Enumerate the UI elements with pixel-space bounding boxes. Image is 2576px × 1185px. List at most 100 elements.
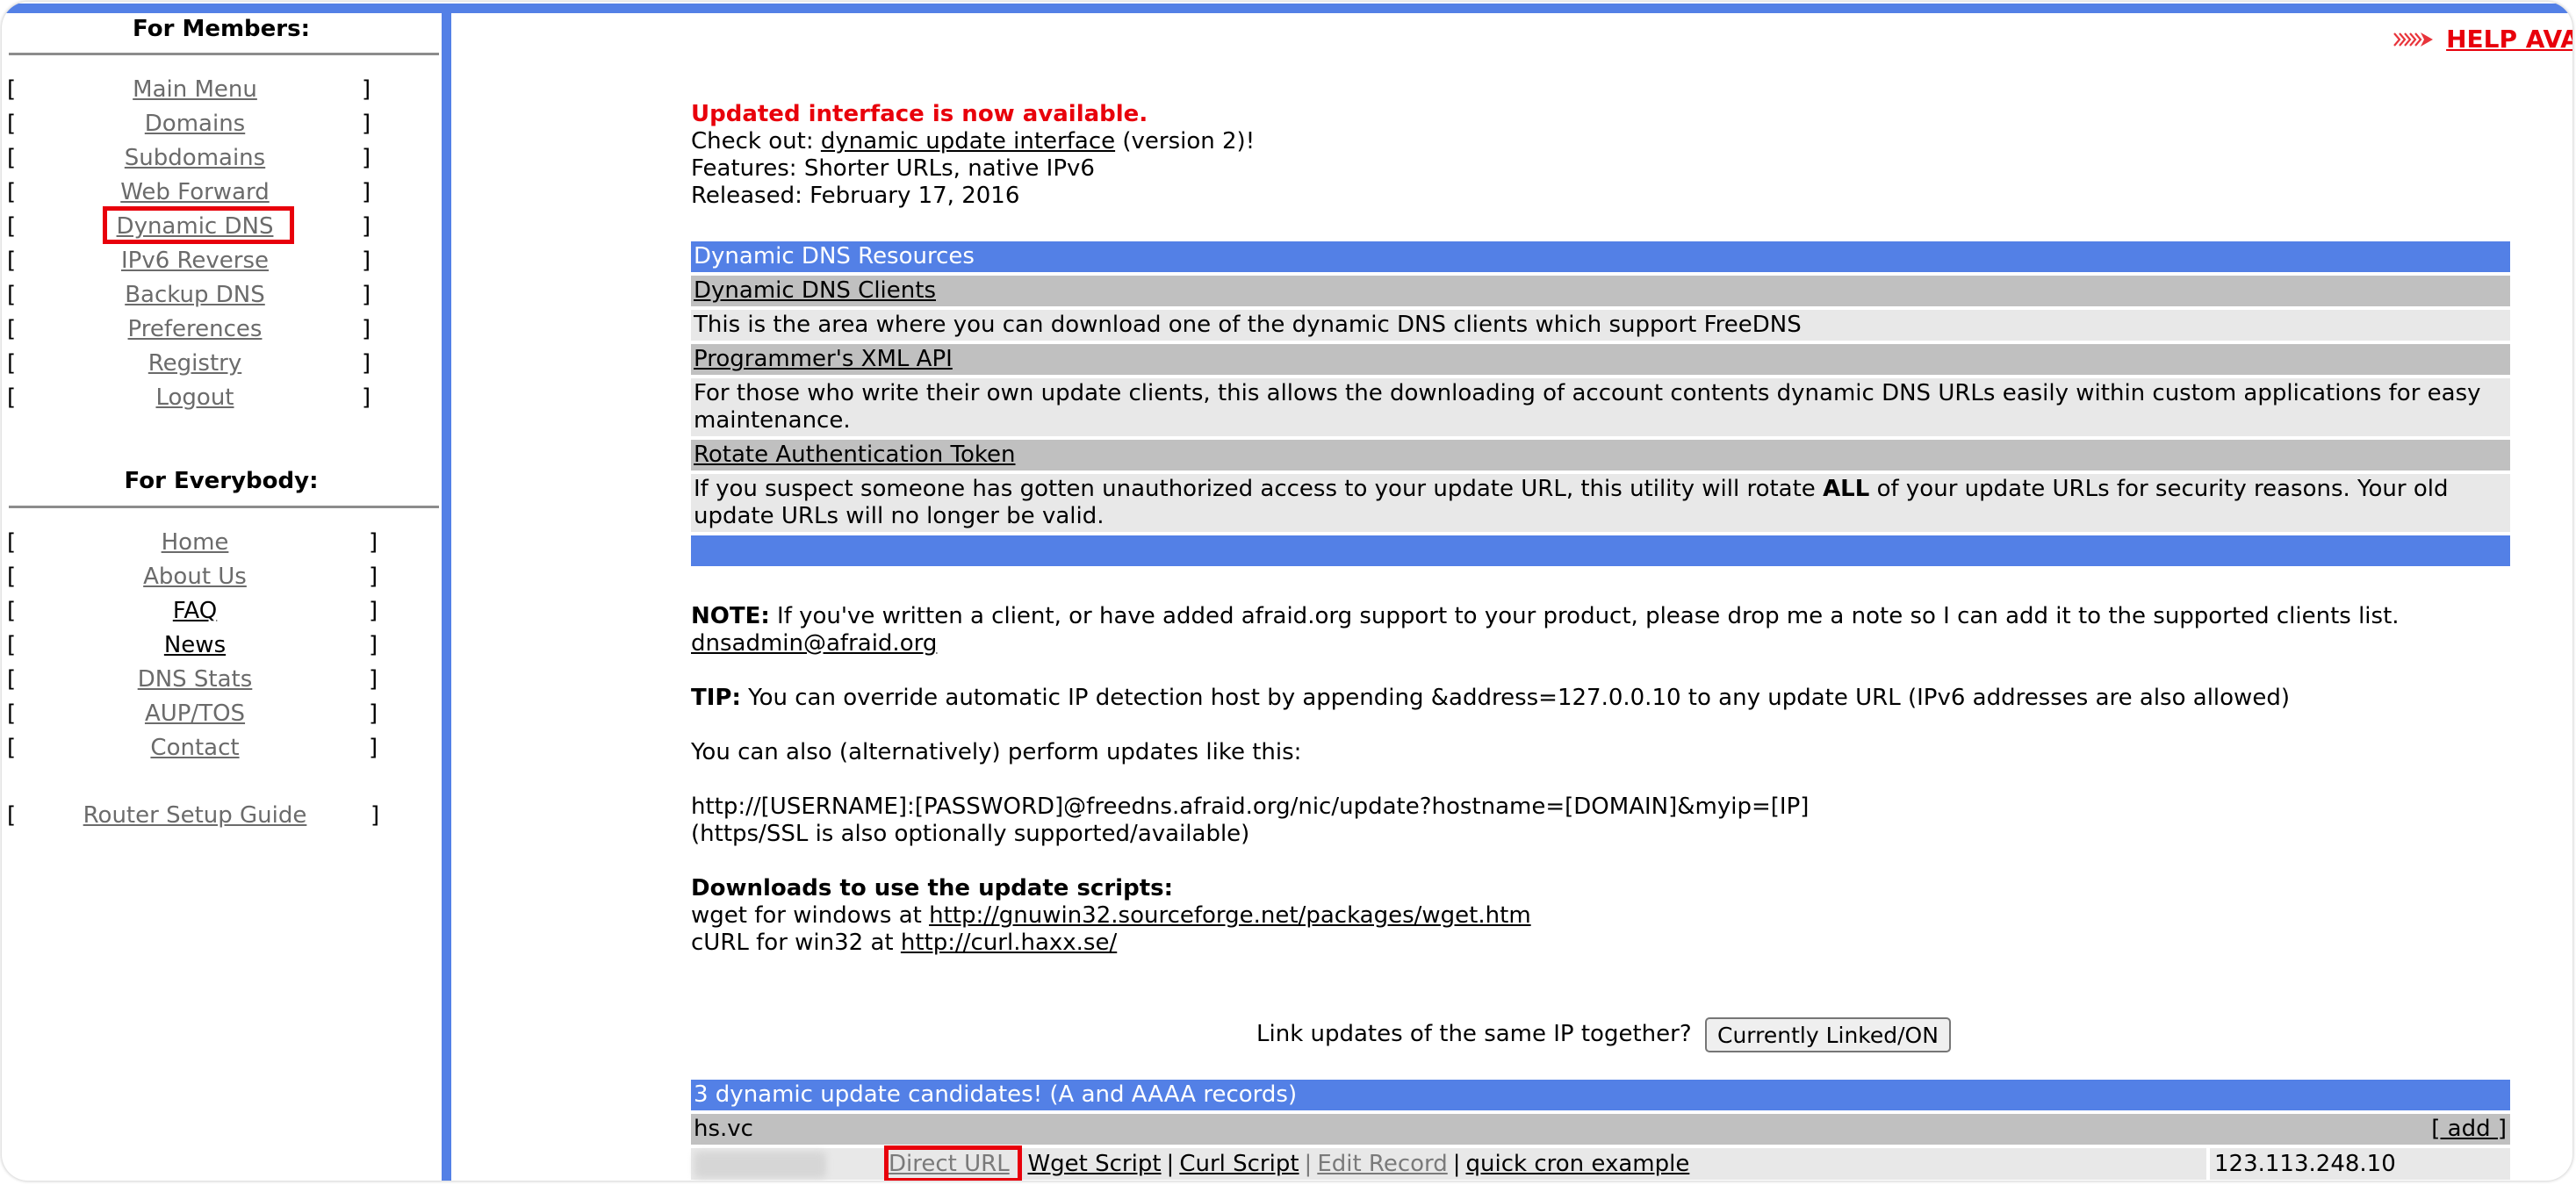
top-accent-bar <box>2 4 2572 13</box>
sidebar-item-faq: [FAQ] <box>2 595 388 627</box>
sidebar-item-domains: [Domains] <box>2 108 388 140</box>
bracket-close: ] <box>369 735 378 761</box>
separator: | <box>1304 1151 1313 1177</box>
alt-update-ssl-note: (https/SSL is also optionally supported/… <box>691 821 1250 847</box>
note-text: NOTE: If you've written a client, or hav… <box>691 603 2400 630</box>
highlight-box-dynamic-dns <box>103 206 294 244</box>
announcement-checkout: Check out: dynamic update interface (ver… <box>691 128 1255 155</box>
sidebar-divider-bar <box>442 4 451 1181</box>
resource-title-row: Rotate Authentication Token <box>691 440 2510 470</box>
redacted-subdomain <box>694 1152 826 1178</box>
programmers-xml-api-link[interactable]: Programmer's XML API <box>694 346 953 372</box>
resources-footer-bar <box>691 535 2510 566</box>
sidebar-item-preferences: [Preferences] <box>2 313 388 345</box>
aup-tos-link[interactable]: AUP/TOS <box>2 698 388 729</box>
sidebar-item-router-setup-guide: [ Router Setup Guide ] <box>2 800 397 831</box>
bracket-close: ] <box>369 666 378 693</box>
tip-text: TIP: You can override automatic IP detec… <box>691 685 2290 712</box>
preferences-link[interactable]: Preferences <box>2 313 388 345</box>
add-record-link[interactable]: [ add ] <box>2431 1116 2507 1143</box>
resource-description-row: This is the area where you can download … <box>691 310 2510 341</box>
rotate-auth-token-link[interactable]: Rotate Authentication Token <box>694 442 1016 468</box>
rotate-desc-bold: ALL <box>1823 476 1870 502</box>
everybody-divider <box>9 506 439 508</box>
domain-row: hs.vc [ add ] <box>691 1114 2510 1145</box>
members-divider <box>9 53 439 55</box>
logout-link[interactable]: Logout <box>2 382 388 413</box>
bracket-close: ] <box>362 111 371 137</box>
wget-script-link[interactable]: Wget Script <box>1027 1151 1161 1177</box>
sidebar-item-logout: [Logout] <box>2 382 388 413</box>
sidebar-item-dns-stats: [DNS Stats] <box>2 664 388 695</box>
alt-update-intro: You can also (alternatively) perform upd… <box>691 739 1302 765</box>
downloads-heading: Downloads to use the update scripts: <box>691 875 1173 902</box>
router-setup-guide-link[interactable]: Router Setup Guide <box>2 800 388 831</box>
curl-prefix: cURL for win32 at <box>691 930 901 956</box>
dnsadmin-email-link[interactable]: dnsadmin@afraid.org <box>691 630 937 657</box>
help-banner: HELP AVAILABLE <box>2393 25 2572 56</box>
resources-header: Dynamic DNS Resources <box>691 241 2510 272</box>
bracket-close: ] <box>362 76 371 103</box>
red-arrow-icon <box>2393 32 2433 47</box>
edit-record-link[interactable]: Edit Record <box>1317 1151 1447 1177</box>
main-menu-link[interactable]: Main Menu <box>2 74 388 105</box>
news-link[interactable]: News <box>2 629 388 661</box>
contact-link[interactable]: Contact <box>2 732 388 764</box>
bracket-close: ] <box>369 564 378 590</box>
tip-label: TIP: <box>691 685 741 711</box>
resource-description-row: If you suspect someone has gotten unauth… <box>691 474 2510 532</box>
announcement-released: Released: February 17, 2016 <box>691 183 1020 209</box>
home-link[interactable]: Home <box>2 527 388 558</box>
checkout-suffix: (version 2)! <box>1115 128 1256 154</box>
alt-update-url: http://[USERNAME]:[PASSWORD]@freedns.afr… <box>691 794 1810 820</box>
curl-line: cURL for win32 at http://curl.haxx.se/ <box>691 930 1117 957</box>
ipv6-reverse-link[interactable]: IPv6 Reverse <box>2 245 388 276</box>
bracket-close: ] <box>362 384 371 411</box>
bracket-close: ] <box>362 248 371 274</box>
bracket-close: ] <box>362 316 371 342</box>
resource-title-row: Programmer's XML API <box>691 344 2510 375</box>
sidebar-item-subdomains: [Subdomains] <box>2 142 388 174</box>
note-email-line: dnsadmin@afraid.org <box>691 630 937 657</box>
link-updates-toggle-button[interactable]: Currently Linked/ON <box>1705 1017 1951 1052</box>
bracket-close: ] <box>362 145 371 171</box>
faq-link[interactable]: FAQ <box>2 595 388 627</box>
bracket-close: ] <box>369 529 378 556</box>
sidebar-item-about-us: [About Us] <box>2 561 388 592</box>
candidates-header: 3 dynamic update candidates! (A and AAAA… <box>691 1080 2510 1110</box>
wget-link[interactable]: http://gnuwin32.sourceforge.net/packages… <box>929 902 1531 929</box>
sidebar-item-registry: [Registry] <box>2 348 388 379</box>
registry-link[interactable]: Registry <box>2 348 388 379</box>
wget-line: wget for windows at http://gnuwin32.sour… <box>691 902 1531 930</box>
web-forward-link[interactable]: Web Forward <box>2 176 388 208</box>
bracket-close: ] <box>369 598 378 624</box>
sidebar-item-news: [News] <box>2 629 388 661</box>
domains-link[interactable]: Domains <box>2 108 388 140</box>
everybody-heading: For Everybody: <box>124 468 319 494</box>
bracket-close: ] <box>369 700 378 727</box>
candidate-ip: 123.113.248.10 <box>2210 1148 2510 1180</box>
dynamic-dns-clients-link[interactable]: Dynamic DNS Clients <box>694 277 936 304</box>
sidebar-item-contact: [Contact] <box>2 732 388 764</box>
link-updates-question: Link updates of the same IP together? <box>1256 1021 1692 1047</box>
dns-stats-link[interactable]: DNS Stats <box>2 664 388 695</box>
bracket-close: ] <box>369 632 378 658</box>
note-label: NOTE: <box>691 603 770 629</box>
curl-link[interactable]: http://curl.haxx.se/ <box>901 930 1117 956</box>
backup-dns-link[interactable]: Backup DNS <box>2 279 388 311</box>
sidebar-item-aup-tos: [AUP/TOS] <box>2 698 388 729</box>
page-frame: For Members: [Main Menu][Domains][Subdom… <box>2 2 2572 1181</box>
quick-cron-example-link[interactable]: quick cron example <box>1466 1151 1690 1177</box>
wget-prefix: wget for windows at <box>691 902 930 929</box>
sidebar-item-ipv6-reverse: [IPv6 Reverse] <box>2 245 388 276</box>
bracket-close: ] <box>371 802 380 829</box>
bracket-close: ] <box>362 282 371 308</box>
sidebar-item-backup-dns: [Backup DNS] <box>2 279 388 311</box>
about-us-link[interactable]: About Us <box>2 561 388 592</box>
curl-script-link[interactable]: Curl Script <box>1179 1151 1299 1177</box>
help-available-link[interactable]: HELP AVAILABLE <box>2446 25 2572 54</box>
members-heading: For Members: <box>133 16 310 42</box>
checkout-prefix: Check out: <box>691 128 821 154</box>
dynamic-update-interface-link[interactable]: dynamic update interface <box>821 128 1115 154</box>
subdomains-link[interactable]: Subdomains <box>2 142 388 174</box>
